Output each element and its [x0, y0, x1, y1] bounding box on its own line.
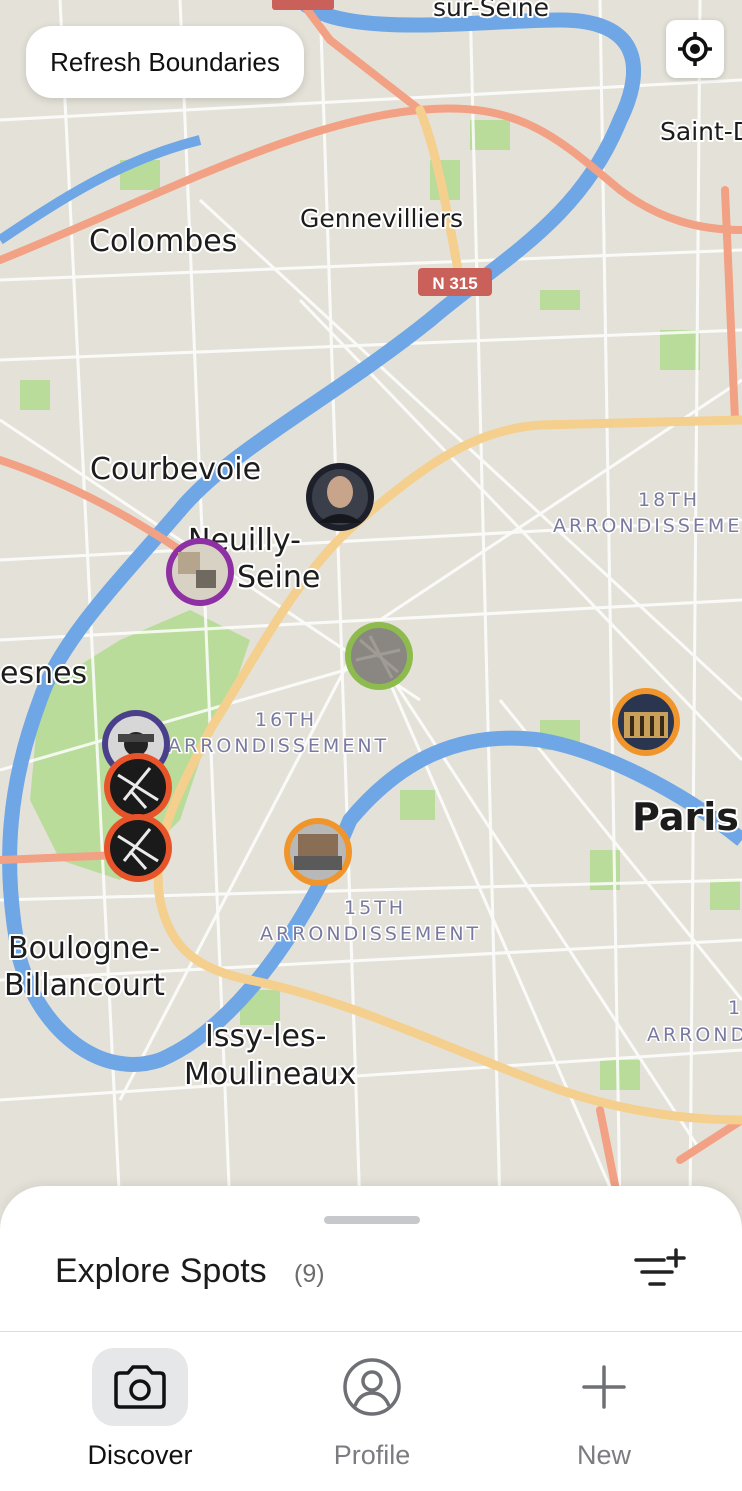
tab-new[interactable]: New: [484, 1332, 724, 1491]
label-15th-word: ARRONDISSEMENT: [260, 923, 481, 945]
tab-discover[interactable]: Discover: [20, 1332, 260, 1491]
label-courbevoie: Courbevoie: [90, 452, 261, 487]
label-sur-seine: sur-Seine: [433, 0, 549, 22]
tab-profile[interactable]: Profile: [252, 1332, 492, 1491]
label-right-num: 1: [728, 997, 742, 1019]
refresh-boundaries-button[interactable]: Refresh Boundaries: [26, 26, 304, 98]
spot-marker-building[interactable]: [284, 818, 352, 886]
label-colombes: Colombes: [89, 224, 237, 259]
bottom-tab-bar: Discover Profile New: [0, 1331, 742, 1491]
spot-marker-portrait[interactable]: [306, 463, 374, 531]
plus-icon-wrap: [556, 1348, 652, 1426]
refresh-boundaries-label: Refresh Boundaries: [50, 46, 280, 77]
label-suresnes: esnes: [0, 656, 87, 691]
user-icon-wrap: [324, 1348, 420, 1426]
camera-icon-wrap: [92, 1348, 188, 1426]
tab-new-label: New: [576, 1440, 631, 1470]
label-neuilly-2: Seine: [237, 560, 320, 595]
label-16th-word: ARRONDISSEMENT: [168, 735, 389, 757]
filter-add-icon[interactable]: [634, 1246, 686, 1294]
plus-icon: [582, 1365, 626, 1409]
label-gennevilliers: Gennevilliers: [300, 204, 463, 233]
label-issy-1: Issy-les-: [205, 1019, 326, 1054]
locate-me-button[interactable]: [666, 20, 724, 78]
label-boulogne-1: Boulogne-: [8, 931, 160, 966]
spot-marker-interior[interactable]: [166, 538, 234, 606]
label-boulogne-2: Billancourt: [4, 968, 165, 1003]
road-shield-n315: N 315: [418, 268, 492, 296]
label-saint-denis: Saint-D: [660, 117, 742, 146]
user-circle-icon: [343, 1358, 401, 1416]
label-15th-num: 15TH: [344, 897, 406, 919]
sheet-title: Explore Spots: [55, 1252, 267, 1290]
spot-marker-texture[interactable]: [345, 622, 413, 690]
road-shield-n315-text: N 315: [432, 274, 477, 293]
spot-marker-monument[interactable]: [612, 688, 680, 756]
spot-marker-street-2[interactable]: [104, 814, 172, 882]
label-18th-word: ARRONDISSEME: [553, 515, 742, 537]
road-shield-a-top: [272, 0, 334, 10]
label-issy-2: Moulineaux: [184, 1057, 357, 1092]
label-16th-num: 16TH: [255, 709, 317, 731]
label-18th-num: 18TH: [638, 489, 700, 511]
label-paris: Paris: [632, 795, 739, 839]
map-canvas[interactable]: N 315 sur-Seine Saint-D Gennevilliers Co…: [0, 0, 742, 1210]
spot-marker-street-1[interactable]: [104, 753, 172, 821]
spot-count: (9): [294, 1260, 325, 1288]
label-right-word: ARROND: [647, 1024, 742, 1046]
sheet-drag-handle[interactable]: [324, 1216, 420, 1224]
tab-profile-label: Profile: [333, 1440, 411, 1470]
explore-sheet[interactable]: Explore Spots (9): [0, 1186, 742, 1332]
tab-discover-label: Discover: [87, 1440, 193, 1470]
camera-icon: [114, 1365, 166, 1409]
crosshair-icon: [678, 32, 712, 66]
